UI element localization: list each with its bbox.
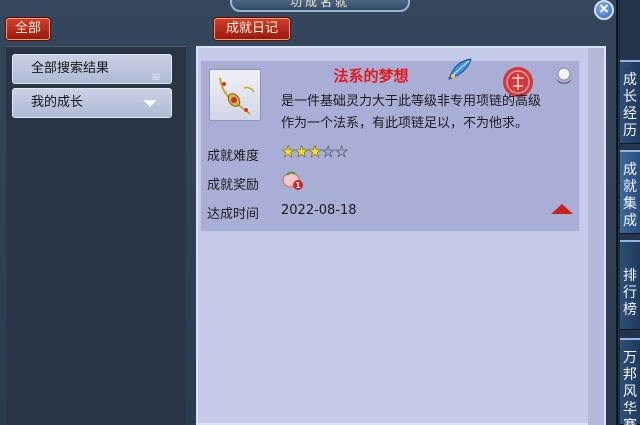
tab-growth-history[interactable]: 成 长 经 历 — [620, 60, 640, 144]
tab-char: 历 — [623, 123, 637, 139]
date-label: 达成时间 — [207, 207, 260, 222]
tab-char: 万 — [623, 350, 637, 366]
tab-char: 排 — [623, 268, 637, 284]
achievement-title: 法系的梦想 — [333, 67, 409, 85]
tab-char: 长 — [623, 89, 637, 105]
tab-char: 行 — [623, 285, 637, 301]
side-tab-bar: 成 长 经 历 成 就 集 成 排 行 榜 万 邦 风 华 赛 — [620, 0, 640, 425]
achievement-description: 是一件基础灵力大于此等级非专用项链的高级 作为一个法系，有此项链足以，不为他求。 — [281, 91, 573, 135]
chevron-down-icon — [143, 100, 157, 107]
tab-wanbang-contest[interactable]: 万 邦 风 华 赛 — [620, 338, 640, 425]
feather-icon — [445, 55, 475, 85]
tab-leaderboard[interactable]: 排 行 榜 — [620, 240, 640, 330]
achievement-card[interactable]: 法系的梦想 是一件基础灵力大于此等级非专用项链的高级 作为一个法系，有此项链足以… — [200, 58, 580, 232]
tab-char: 经 — [623, 106, 637, 122]
tab-achievement-collection[interactable]: 成 就 集 成 — [620, 150, 640, 234]
tab-char: 风 — [623, 384, 637, 400]
difficulty-stars: ★★★☆☆ — [281, 142, 349, 162]
date-value: 2022-08-18 — [281, 203, 357, 218]
star-filled-icon: ★ — [307, 142, 322, 162]
all-button[interactable]: 全部 — [6, 18, 50, 40]
tab-char: 华 — [623, 401, 637, 417]
sidebar-item-my-growth[interactable]: 我的成长 — [12, 88, 172, 118]
pearl-icon[interactable] — [553, 64, 575, 86]
tab-char: 就 — [623, 179, 637, 195]
tab-char: 成 — [623, 72, 637, 88]
collapse-arrow-icon[interactable] — [551, 204, 573, 214]
reward-label: 成就奖励 — [207, 178, 260, 193]
necklace-icon — [209, 69, 261, 121]
star-filled-icon: ★ — [281, 142, 296, 162]
description-line: 是一件基础灵力大于此等级非专用项链的高级 — [281, 94, 542, 109]
close-icon[interactable]: × — [594, 0, 614, 20]
tab-char: 成 — [623, 162, 637, 178]
achievement-diary-button[interactable]: 成就日记 — [214, 18, 290, 40]
window-title-text: 功成名就 — [289, 0, 350, 9]
sidebar-item-label: 全部搜索结果 — [31, 61, 110, 76]
cloud-ornament-icon: ≋ — [150, 70, 161, 84]
star-empty-icon: ☆ — [321, 142, 336, 162]
difficulty-label: 成就难度 — [207, 149, 260, 164]
star-filled-icon: ★ — [294, 142, 309, 162]
sidebar-item-all-results[interactable]: 全部搜索结果 ≋ — [12, 54, 172, 84]
sidebar-item-label: 我的成长 — [31, 95, 84, 110]
scrollbar[interactable] — [588, 48, 604, 425]
star-empty-icon: ☆ — [334, 142, 349, 162]
description-line: 作为一个法系，有此项链足以，不为他求。 — [281, 116, 529, 131]
tab-char: 成 — [623, 213, 637, 229]
tab-char: 集 — [623, 196, 637, 212]
tab-char: 赛 — [620, 418, 640, 425]
peach-icon[interactable]: 1 — [281, 168, 305, 192]
reward-badge-count: 1 — [295, 181, 301, 190]
tab-char: 邦 — [623, 367, 637, 383]
tab-char: 榜 — [623, 302, 637, 318]
window-title: 功成名就 — [230, 0, 410, 12]
